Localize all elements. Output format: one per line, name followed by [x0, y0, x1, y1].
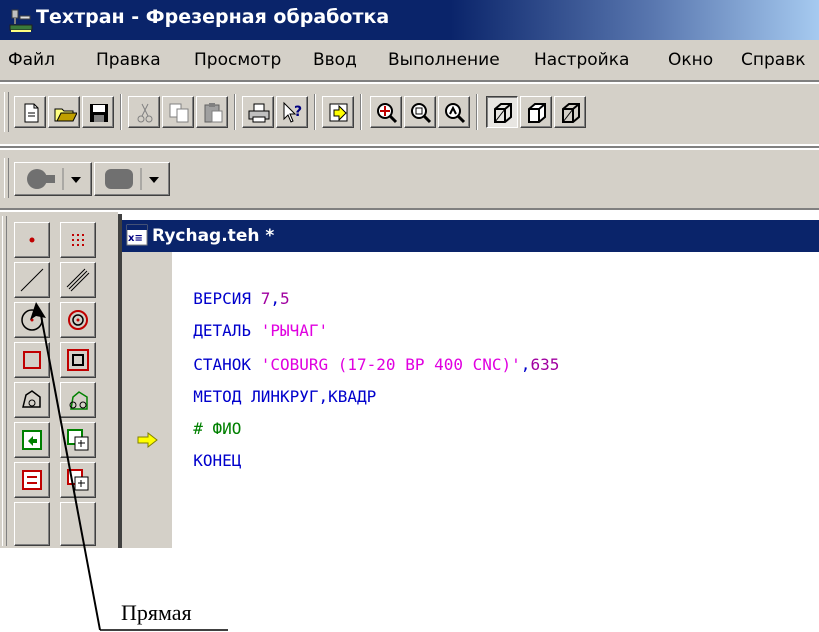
- callout-arrow: [30, 302, 228, 631]
- callout-label: Прямая: [121, 600, 192, 625]
